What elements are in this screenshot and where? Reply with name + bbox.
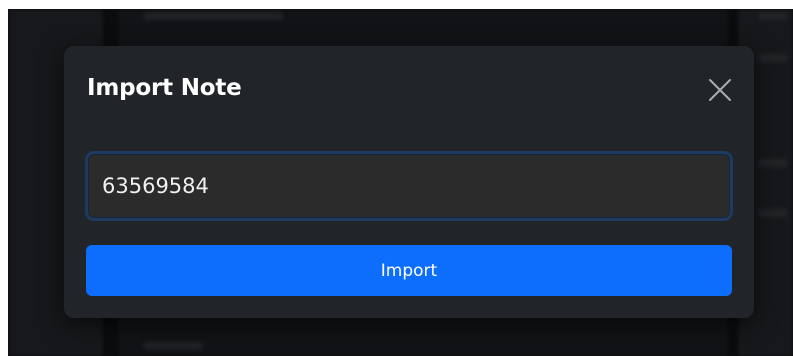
note-id-input[interactable] <box>85 151 733 221</box>
close-icon <box>709 79 731 101</box>
modal-title: Import Note <box>87 75 242 101</box>
import-button[interactable]: Import <box>86 245 732 296</box>
close-button[interactable] <box>700 70 740 110</box>
import-note-modal: Import Note Import <box>64 46 754 318</box>
background-text <box>143 342 203 350</box>
background-text <box>143 12 283 20</box>
background-text <box>758 159 788 167</box>
background-text <box>758 209 788 217</box>
background-text <box>758 54 788 62</box>
background-text <box>758 12 788 20</box>
